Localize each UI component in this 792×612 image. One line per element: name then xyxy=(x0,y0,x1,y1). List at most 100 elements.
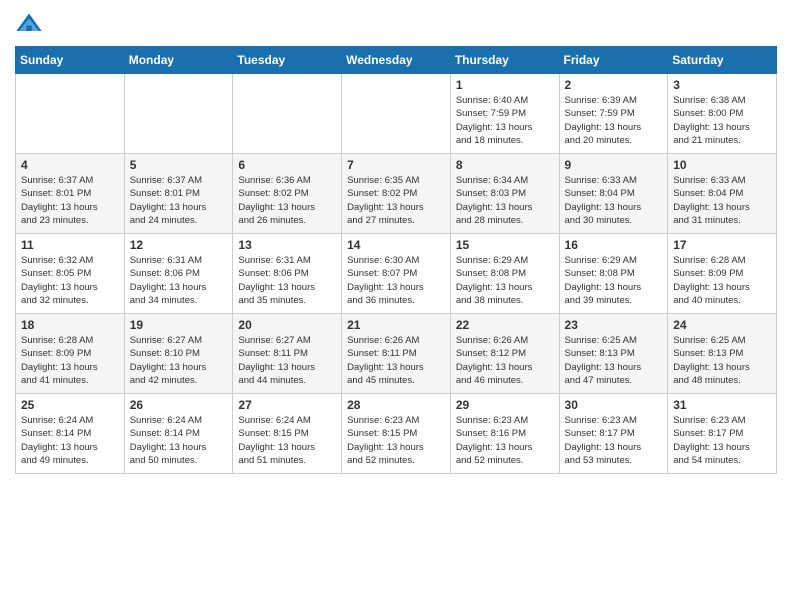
day-number: 28 xyxy=(347,398,445,412)
day-number: 1 xyxy=(456,78,554,92)
logo-icon xyxy=(15,10,43,38)
day-info: Sunrise: 6:24 AM Sunset: 8:15 PM Dayligh… xyxy=(238,414,336,467)
day-number: 19 xyxy=(130,318,228,332)
day-info: Sunrise: 6:23 AM Sunset: 8:15 PM Dayligh… xyxy=(347,414,445,467)
week-row-0: 1Sunrise: 6:40 AM Sunset: 7:59 PM Daylig… xyxy=(16,74,777,154)
day-number: 21 xyxy=(347,318,445,332)
header-cell-monday: Monday xyxy=(124,47,233,74)
day-info: Sunrise: 6:25 AM Sunset: 8:13 PM Dayligh… xyxy=(565,334,663,387)
logo xyxy=(15,10,47,38)
day-number: 3 xyxy=(673,78,771,92)
day-cell: 30Sunrise: 6:23 AM Sunset: 8:17 PM Dayli… xyxy=(559,394,668,474)
day-cell: 9Sunrise: 6:33 AM Sunset: 8:04 PM Daylig… xyxy=(559,154,668,234)
day-cell: 1Sunrise: 6:40 AM Sunset: 7:59 PM Daylig… xyxy=(450,74,559,154)
day-cell: 16 Sunrise: 6:29 AM Sunset: 8:08 PM Dayli… xyxy=(559,234,668,314)
day-cell: 25Sunrise: 6:24 AM Sunset: 8:14 PM Dayli… xyxy=(16,394,125,474)
day-info: Sunrise: 6:29 AM Sunset: 8:08 PM Dayligh… xyxy=(565,254,663,307)
day-info: Sunrise: 6:34 AM Sunset: 8:03 PM Dayligh… xyxy=(456,174,554,227)
day-number: 23 xyxy=(565,318,663,332)
day-cell: 12 Sunrise: 6:31 AM Sunset: 8:06 PM Dayli… xyxy=(124,234,233,314)
day-info: Sunrise: 6:25 AM Sunset: 8:13 PM Dayligh… xyxy=(673,334,771,387)
week-row-1: 4 Sunrise: 6:37 AM Sunset: 8:01 PM Daylig… xyxy=(16,154,777,234)
day-number: 10 xyxy=(673,158,771,172)
day-number: 11 xyxy=(21,238,119,252)
day-info: Sunrise: 6:29 AM Sunset: 8:08 PM Dayligh… xyxy=(456,254,554,307)
day-info: Sunrise: 6:23 AM Sunset: 8:17 PM Dayligh… xyxy=(673,414,771,467)
day-cell: 17 Sunrise: 6:28 AM Sunset: 8:09 PM Dayli… xyxy=(668,234,777,314)
day-cell: 3 Sunrise: 6:38 AM Sunset: 8:00 PM Daylig… xyxy=(668,74,777,154)
calendar-container: SundayMondayTuesdayWednesdayThursdayFrid… xyxy=(0,0,792,484)
week-row-2: 11 Sunrise: 6:32 AM Sunset: 8:05 PM Dayli… xyxy=(16,234,777,314)
day-number: 7 xyxy=(347,158,445,172)
day-number: 24 xyxy=(673,318,771,332)
day-number: 9 xyxy=(565,158,663,172)
day-cell: 2 Sunrise: 6:39 AM Sunset: 7:59 PM Daylig… xyxy=(559,74,668,154)
header-cell-sunday: Sunday xyxy=(16,47,125,74)
day-number: 14 xyxy=(347,238,445,252)
day-number: 31 xyxy=(673,398,771,412)
day-number: 16 xyxy=(565,238,663,252)
day-info: Sunrise: 6:27 AM Sunset: 8:11 PM Dayligh… xyxy=(238,334,336,387)
day-cell: 28 Sunrise: 6:23 AM Sunset: 8:15 PM Dayli… xyxy=(342,394,451,474)
day-cell: 14 Sunrise: 6:30 AM Sunset: 8:07 PM Dayli… xyxy=(342,234,451,314)
day-cell: 13 Sunrise: 6:31 AM Sunset: 8:06 PM Dayli… xyxy=(233,234,342,314)
day-number: 27 xyxy=(238,398,336,412)
day-cell: 23 Sunrise: 6:25 AM Sunset: 8:13 PM Dayli… xyxy=(559,314,668,394)
day-info: Sunrise: 6:37 AM Sunset: 8:01 PM Dayligh… xyxy=(21,174,119,227)
day-cell xyxy=(233,74,342,154)
header-cell-saturday: Saturday xyxy=(668,47,777,74)
day-cell xyxy=(342,74,451,154)
day-cell: 4 Sunrise: 6:37 AM Sunset: 8:01 PM Daylig… xyxy=(16,154,125,234)
day-info: Sunrise: 6:30 AM Sunset: 8:07 PM Dayligh… xyxy=(347,254,445,307)
day-cell: 5Sunrise: 6:37 AM Sunset: 8:01 PM Daylig… xyxy=(124,154,233,234)
day-cell: 19Sunrise: 6:27 AM Sunset: 8:10 PM Dayli… xyxy=(124,314,233,394)
day-cell xyxy=(124,74,233,154)
day-info: Sunrise: 6:32 AM Sunset: 8:05 PM Dayligh… xyxy=(21,254,119,307)
day-info: Sunrise: 6:24 AM Sunset: 8:14 PM Dayligh… xyxy=(21,414,119,467)
day-cell: 8 Sunrise: 6:34 AM Sunset: 8:03 PM Daylig… xyxy=(450,154,559,234)
day-info: Sunrise: 6:26 AM Sunset: 8:11 PM Dayligh… xyxy=(347,334,445,387)
day-info: Sunrise: 6:24 AM Sunset: 8:14 PM Dayligh… xyxy=(130,414,228,467)
calendar-header: SundayMondayTuesdayWednesdayThursdayFrid… xyxy=(16,47,777,74)
day-number: 13 xyxy=(238,238,336,252)
day-number: 8 xyxy=(456,158,554,172)
day-cell: 27 Sunrise: 6:24 AM Sunset: 8:15 PM Dayli… xyxy=(233,394,342,474)
header-cell-thursday: Thursday xyxy=(450,47,559,74)
week-row-3: 18 Sunrise: 6:28 AM Sunset: 8:09 PM Dayli… xyxy=(16,314,777,394)
calendar-body: 1Sunrise: 6:40 AM Sunset: 7:59 PM Daylig… xyxy=(16,74,777,474)
day-number: 22 xyxy=(456,318,554,332)
day-info: Sunrise: 6:39 AM Sunset: 7:59 PM Dayligh… xyxy=(565,94,663,147)
day-number: 6 xyxy=(238,158,336,172)
day-number: 12 xyxy=(130,238,228,252)
day-info: Sunrise: 6:31 AM Sunset: 8:06 PM Dayligh… xyxy=(238,254,336,307)
day-info: Sunrise: 6:36 AM Sunset: 8:02 PM Dayligh… xyxy=(238,174,336,227)
day-number: 15 xyxy=(456,238,554,252)
day-cell: 20 Sunrise: 6:27 AM Sunset: 8:11 PM Dayli… xyxy=(233,314,342,394)
day-cell: 18 Sunrise: 6:28 AM Sunset: 8:09 PM Dayli… xyxy=(16,314,125,394)
day-info: Sunrise: 6:35 AM Sunset: 8:02 PM Dayligh… xyxy=(347,174,445,227)
day-cell: 15 Sunrise: 6:29 AM Sunset: 8:08 PM Dayli… xyxy=(450,234,559,314)
header-cell-tuesday: Tuesday xyxy=(233,47,342,74)
day-number: 4 xyxy=(21,158,119,172)
day-info: Sunrise: 6:38 AM Sunset: 8:00 PM Dayligh… xyxy=(673,94,771,147)
calendar-table: SundayMondayTuesdayWednesdayThursdayFrid… xyxy=(15,46,777,474)
day-cell: 21 Sunrise: 6:26 AM Sunset: 8:11 PM Dayli… xyxy=(342,314,451,394)
day-cell: 6 Sunrise: 6:36 AM Sunset: 8:02 PM Daylig… xyxy=(233,154,342,234)
day-number: 18 xyxy=(21,318,119,332)
day-cell: 10 Sunrise: 6:33 AM Sunset: 8:04 PM Dayli… xyxy=(668,154,777,234)
header-row: SundayMondayTuesdayWednesdayThursdayFrid… xyxy=(16,47,777,74)
day-number: 20 xyxy=(238,318,336,332)
day-cell: 11 Sunrise: 6:32 AM Sunset: 8:05 PM Dayli… xyxy=(16,234,125,314)
day-info: Sunrise: 6:31 AM Sunset: 8:06 PM Dayligh… xyxy=(130,254,228,307)
day-info: Sunrise: 6:28 AM Sunset: 8:09 PM Dayligh… xyxy=(21,334,119,387)
day-number: 26 xyxy=(130,398,228,412)
day-cell xyxy=(16,74,125,154)
day-info: Sunrise: 6:23 AM Sunset: 8:17 PM Dayligh… xyxy=(565,414,663,467)
day-number: 17 xyxy=(673,238,771,252)
day-number: 2 xyxy=(565,78,663,92)
header-cell-friday: Friday xyxy=(559,47,668,74)
day-cell: 22Sunrise: 6:26 AM Sunset: 8:12 PM Dayli… xyxy=(450,314,559,394)
day-cell: 24 Sunrise: 6:25 AM Sunset: 8:13 PM Dayli… xyxy=(668,314,777,394)
day-info: Sunrise: 6:28 AM Sunset: 8:09 PM Dayligh… xyxy=(673,254,771,307)
day-info: Sunrise: 6:33 AM Sunset: 8:04 PM Dayligh… xyxy=(673,174,771,227)
